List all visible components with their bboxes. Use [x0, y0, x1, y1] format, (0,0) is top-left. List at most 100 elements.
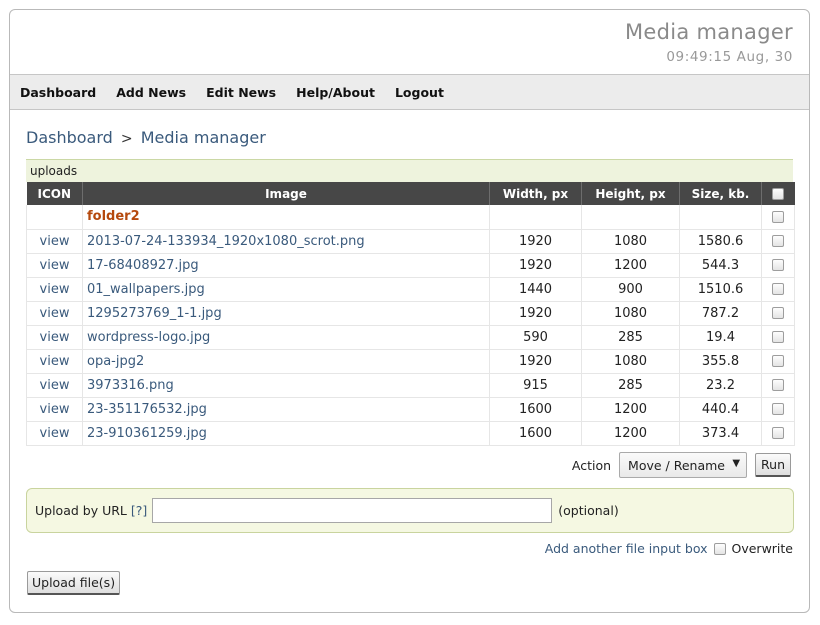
- view-link[interactable]: view: [40, 258, 70, 273]
- view-link[interactable]: view: [40, 330, 70, 345]
- row-checkbox[interactable]: [772, 403, 784, 415]
- view-link[interactable]: view: [40, 234, 70, 249]
- name-cell: 23-910361259.jpg: [82, 421, 490, 446]
- table-row: view opa-jpg2 1920 1080 355.8: [26, 349, 795, 374]
- breadcrumb-current: Media manager: [140, 128, 266, 147]
- width-cell: 1920: [489, 229, 582, 254]
- view-link[interactable]: view: [40, 354, 70, 369]
- header: Media manager 09:49:15 Aug, 30: [10, 10, 809, 74]
- view-link[interactable]: view: [40, 402, 70, 417]
- run-button[interactable]: Run: [755, 453, 791, 477]
- checkbox-cell: [761, 325, 795, 350]
- width-cell: 1920: [489, 253, 582, 278]
- checkbox-cell: [761, 301, 795, 326]
- file-link[interactable]: 23-351176532.jpg: [87, 402, 207, 417]
- folder-checkbox-cell: [761, 205, 795, 230]
- nav-dashboard[interactable]: Dashboard: [20, 85, 96, 100]
- upload-files-button[interactable]: Upload file(s): [27, 571, 121, 595]
- view-link[interactable]: view: [40, 378, 70, 393]
- file-link[interactable]: 3973316.png: [87, 378, 174, 393]
- file-link[interactable]: wordpress-logo.jpg: [87, 330, 210, 345]
- file-link[interactable]: 01_wallpapers.jpg: [87, 282, 205, 297]
- main-nav: Dashboard Add News Edit News Help/About …: [10, 74, 809, 110]
- checkbox-cell: [761, 277, 795, 302]
- folder-link[interactable]: folder2: [87, 209, 140, 224]
- table-row: view 23-351176532.jpg 1600 1200 440.4: [26, 397, 795, 422]
- folder-size-cell: [679, 205, 762, 230]
- row-checkbox[interactable]: [772, 283, 784, 295]
- width-cell: 1920: [489, 301, 582, 326]
- view-link[interactable]: view: [40, 306, 70, 321]
- row-checkbox[interactable]: [772, 235, 784, 247]
- upload-url-input[interactable]: [152, 498, 553, 523]
- folder-name-cell: folder2: [82, 205, 490, 230]
- height-cell: 1080: [581, 229, 680, 254]
- row-checkbox[interactable]: [772, 427, 784, 439]
- table-row: view 17-68408927.jpg 1920 1200 544.3: [26, 253, 795, 278]
- name-cell: 3973316.png: [82, 373, 490, 398]
- width-cell: 1440: [489, 277, 582, 302]
- width-cell: 1600: [489, 397, 582, 422]
- current-path: uploads: [26, 159, 793, 182]
- size-cell: 440.4: [679, 397, 762, 422]
- file-link[interactable]: opa-jpg2: [87, 354, 144, 369]
- file-link[interactable]: 2013-07-24-133934_1920x1080_scrot.png: [87, 234, 365, 249]
- upload-url-help-link[interactable]: [?]: [131, 503, 147, 518]
- row-checkbox[interactable]: [772, 331, 784, 343]
- upload-url-box: Upload by URL [?] (optional): [26, 488, 794, 533]
- header-height: Height, px: [581, 182, 680, 205]
- breadcrumb-separator: >: [120, 131, 133, 147]
- overwrite-label: Overwrite: [731, 541, 794, 556]
- height-cell: 285: [581, 325, 680, 350]
- name-cell: 23-351176532.jpg: [82, 397, 490, 422]
- name-cell: 1295273769_1-1.jpg: [82, 301, 490, 326]
- height-cell: 1200: [581, 421, 680, 446]
- action-select[interactable]: Move / Rename ▼: [619, 452, 748, 478]
- table-row: view 1295273769_1-1.jpg 1920 1080 787.2: [26, 301, 795, 326]
- checkbox-cell: [761, 397, 795, 422]
- nav-add-news[interactable]: Add News: [116, 85, 186, 100]
- dropdown-arrow-icon: ▼: [732, 458, 741, 469]
- file-link[interactable]: 17-68408927.jpg: [87, 258, 199, 273]
- icon-cell: view: [26, 421, 83, 446]
- size-cell: 23.2: [679, 373, 762, 398]
- file-link[interactable]: 23-910361259.jpg: [87, 426, 207, 441]
- overwrite-checkbox[interactable]: [713, 542, 726, 555]
- icon-cell: view: [26, 325, 83, 350]
- height-cell: 1080: [581, 301, 680, 326]
- name-cell: opa-jpg2: [82, 349, 490, 374]
- folder-icon-cell: [26, 205, 83, 230]
- row-checkbox[interactable]: [772, 355, 784, 367]
- row-checkbox[interactable]: [772, 379, 784, 391]
- folder-width-cell: [489, 205, 582, 230]
- nav-help-about[interactable]: Help/About: [296, 85, 375, 100]
- header-icon: ICON: [26, 182, 83, 205]
- icon-cell: view: [26, 397, 83, 422]
- icon-cell: view: [26, 229, 83, 254]
- height-cell: 900: [581, 277, 680, 302]
- icon-cell: view: [26, 253, 83, 278]
- action-label: Action: [571, 457, 612, 473]
- folder-row: folder2: [26, 205, 795, 230]
- name-cell: 2013-07-24-133934_1920x1080_scrot.png: [82, 229, 490, 254]
- checkbox-cell: [761, 373, 795, 398]
- breadcrumb-dashboard[interactable]: Dashboard: [26, 128, 113, 147]
- table-row: view 3973316.png 915 285 23.2: [26, 373, 795, 398]
- nav-logout[interactable]: Logout: [395, 85, 444, 100]
- folder-checkbox[interactable]: [772, 210, 784, 223]
- checkbox-cell: [761, 229, 795, 254]
- view-link[interactable]: view: [40, 426, 70, 441]
- upload-url-label: Upload by URL: [35, 503, 127, 518]
- size-cell: 1580.6: [679, 229, 762, 254]
- file-link[interactable]: 1295273769_1-1.jpg: [87, 306, 222, 321]
- nav-edit-news[interactable]: Edit News: [206, 85, 276, 100]
- width-cell: 590: [489, 325, 582, 350]
- checkbox-cell: [761, 421, 795, 446]
- name-cell: 17-68408927.jpg: [82, 253, 490, 278]
- row-checkbox[interactable]: [772, 307, 784, 319]
- select-all-checkbox[interactable]: [772, 188, 785, 200]
- row-checkbox[interactable]: [772, 259, 784, 271]
- view-link[interactable]: view: [40, 282, 70, 297]
- add-file-input-link[interactable]: Add another file input box: [545, 541, 708, 556]
- add-input-row: Add another file input box Overwrite: [545, 541, 793, 556]
